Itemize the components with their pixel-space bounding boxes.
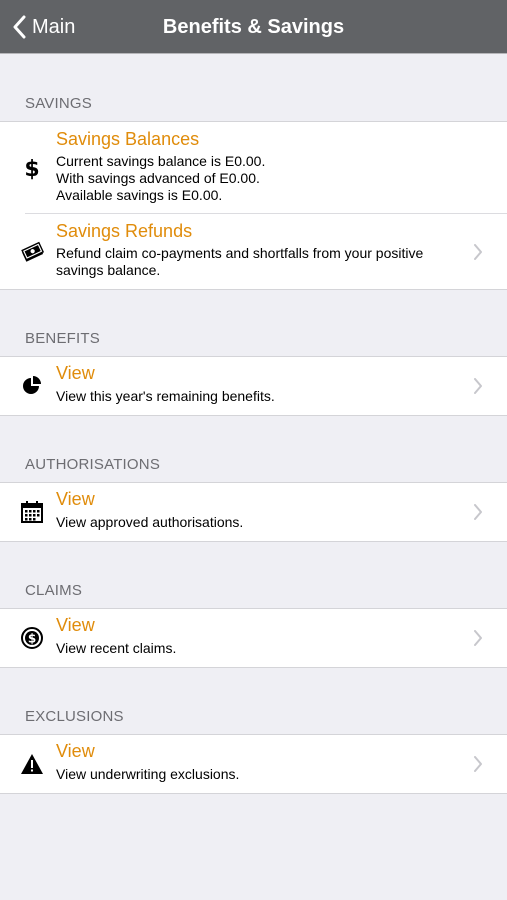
authorisations-view-description: View approved authorisations. [56,514,244,530]
section-header-savings: SAVINGS [25,95,92,112]
exclusions-view-title: View [56,741,95,761]
back-button[interactable]: Main [12,0,75,54]
section-header-benefits: BENEFITS [25,330,100,347]
section-header-exclusions: EXCLUSIONS [25,708,124,725]
exclusions-view-description: View underwriting exclusions. [56,766,240,782]
claims-view-row[interactable]: $ View View recent claims. [0,609,507,667]
pie-chart-icon [20,374,44,398]
calendar-icon [20,500,44,524]
savings-balances-row[interactable]: $ Savings Balances Current savings balan… [0,122,507,214]
page-title: Benefits & Savings [162,16,345,38]
benefits-group: View View this year's remaining benefits… [0,356,507,416]
section-header-authorisations: AUTHORISATIONS [25,456,161,473]
navigation-bar: Main Benefits & Savings [0,0,507,54]
section-header-claims: CLAIMS [25,582,83,599]
chevron-left-icon [13,15,26,39]
coin-icon: $ [20,626,44,650]
benefits-view-row[interactable]: View View this year's remaining benefits… [0,357,507,415]
advanced-balance-text: With savings advanced of E0.00. [56,170,260,186]
money-icon [20,240,44,264]
exclusions-view-row[interactable]: View View underwriting exclusions. [0,735,507,793]
chevron-right-icon [474,378,482,394]
chevron-right-icon [474,630,482,646]
claims-group: $ View View recent claims. [0,608,507,668]
savings-refunds-title: Savings Refunds [56,221,193,241]
current-balance-text: Current savings balance is E0.00. [56,153,266,169]
dollar-icon: $ [20,156,44,180]
available-balance-text: Available savings is E0.00. [56,187,223,203]
authorisations-group: View View approved authorisations. [0,482,507,542]
chevron-right-icon [474,756,482,772]
back-label: Main [32,15,76,38]
savings-balances-details: Current savings balance is E0.00. With s… [56,153,456,204]
savings-balances-title: Savings Balances [56,129,200,149]
savings-group: $ Savings Balances Current savings balan… [0,121,507,290]
authorisations-view-title: View [56,489,95,509]
savings-refunds-description: Refund claim co-payments and shortfalls … [56,245,424,278]
claims-view-title: View [56,615,95,635]
benefits-view-description: View this year's remaining benefits. [56,388,275,404]
claims-view-description: View recent claims. [56,640,177,656]
svg-text:$: $ [28,632,36,646]
authorisations-view-row[interactable]: View View approved authorisations. [0,483,507,541]
savings-refunds-row[interactable]: Savings Refunds Refund claim co-payments… [0,214,507,290]
benefits-view-title: View [56,363,95,383]
svg-text:$: $ [24,157,39,180]
chevron-right-icon [474,244,482,260]
warning-icon [20,752,44,776]
chevron-right-icon [474,504,482,520]
exclusions-group: View View underwriting exclusions. [0,734,507,794]
